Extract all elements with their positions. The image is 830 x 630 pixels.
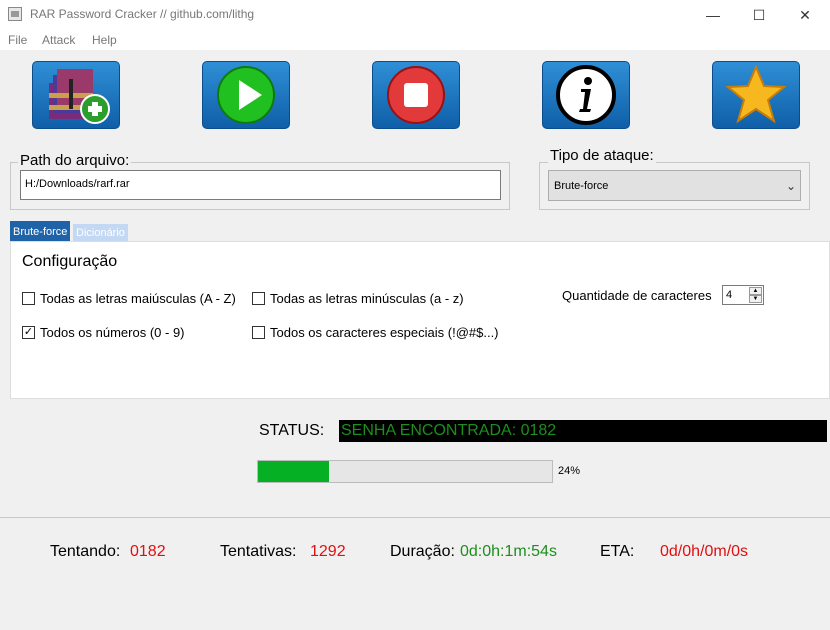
minimize-button[interactable]: — <box>690 0 736 30</box>
star-icon <box>725 64 787 124</box>
star-button[interactable] <box>712 61 800 129</box>
attack-type-value: Brute-force <box>554 180 609 192</box>
lowercase-checkbox[interactable] <box>252 292 265 305</box>
tab-brute-force[interactable]: Brute-force <box>10 221 71 241</box>
special-label: Todos os caracteres especiais (!@#$...) <box>270 325 499 340</box>
trying-value: 0182 <box>130 543 166 560</box>
uppercase-checkbox[interactable] <box>22 292 35 305</box>
menu-file[interactable]: File <box>8 33 27 47</box>
close-button[interactable]: ✕ <box>782 0 828 30</box>
length-value: 4 <box>726 289 733 301</box>
numbers-checkbox[interactable]: ✓ <box>22 326 35 339</box>
attempts-value: 1292 <box>310 543 346 560</box>
menu-help[interactable]: Help <box>92 33 117 47</box>
eta-label: ETA: <box>600 543 635 560</box>
numbers-label: Todos os números (0 - 9) <box>40 325 185 340</box>
length-spinbox[interactable]: 4 ▲ ▼ <box>722 285 764 305</box>
play-icon <box>217 66 275 124</box>
lowercase-option[interactable]: Todas as letras minúsculas (a - z) <box>252 291 464 306</box>
tab-dictionary[interactable]: Dicionário <box>73 224 128 241</box>
trying-label: Tentando: <box>50 543 121 560</box>
duration-label: Duração: <box>390 543 455 560</box>
divider <box>0 517 830 518</box>
eta-value: 0d/0h/0m/0s <box>660 543 749 560</box>
window-title: RAR Password Cracker // github.com/lithg <box>30 7 255 21</box>
progress-fill <box>258 461 329 482</box>
open-archive-button[interactable] <box>32 61 120 129</box>
status-display: SENHA ENCONTRADA: 0182 <box>339 420 827 442</box>
spin-up-icon[interactable]: ▲ <box>749 287 762 295</box>
stop-button[interactable] <box>372 61 460 129</box>
uppercase-option[interactable]: Todas as letras maiúsculas (A - Z) <box>22 291 236 306</box>
spin-down-icon[interactable]: ▼ <box>749 295 762 303</box>
lowercase-label: Todas as letras minúsculas (a - z) <box>270 291 464 306</box>
numbers-option[interactable]: ✓ Todos os números (0 - 9) <box>22 325 185 340</box>
menu-bar: File Attack Help <box>0 30 830 50</box>
winrar-add-icon <box>49 69 110 124</box>
config-title: Configuração <box>22 253 118 270</box>
status-label: STATUS: <box>259 422 325 439</box>
progress-bar <box>257 460 553 483</box>
path-label: Path do arquivo: <box>18 152 132 169</box>
menu-attack[interactable]: Attack <box>42 33 75 47</box>
attack-type-select[interactable]: Brute-force ⌄ <box>548 170 801 201</box>
progress-text: 24% <box>558 465 581 477</box>
stop-icon <box>387 66 445 124</box>
duration-value: 0d:0h:1m:54s <box>460 543 557 560</box>
chevron-down-icon: ⌄ <box>785 179 796 193</box>
app-icon <box>8 7 22 21</box>
attempts-label: Tentativas: <box>220 543 297 560</box>
uppercase-label: Todas as letras maiúsculas (A - Z) <box>40 291 236 306</box>
length-label: Quantidade de caracteres <box>562 288 712 303</box>
path-input[interactable]: H:/Downloads/rarf.rar <box>20 170 501 200</box>
special-checkbox[interactable] <box>252 326 265 339</box>
special-option[interactable]: Todos os caracteres especiais (!@#$...) <box>252 325 499 340</box>
attack-type-label: Tipo de ataque: <box>548 147 656 164</box>
maximize-button[interactable]: ☐ <box>736 0 782 30</box>
start-button[interactable] <box>202 61 290 129</box>
info-button[interactable] <box>542 61 630 129</box>
title-bar: RAR Password Cracker // github.com/lithg… <box>0 0 830 30</box>
config-panel <box>10 241 830 399</box>
info-icon <box>556 65 616 125</box>
